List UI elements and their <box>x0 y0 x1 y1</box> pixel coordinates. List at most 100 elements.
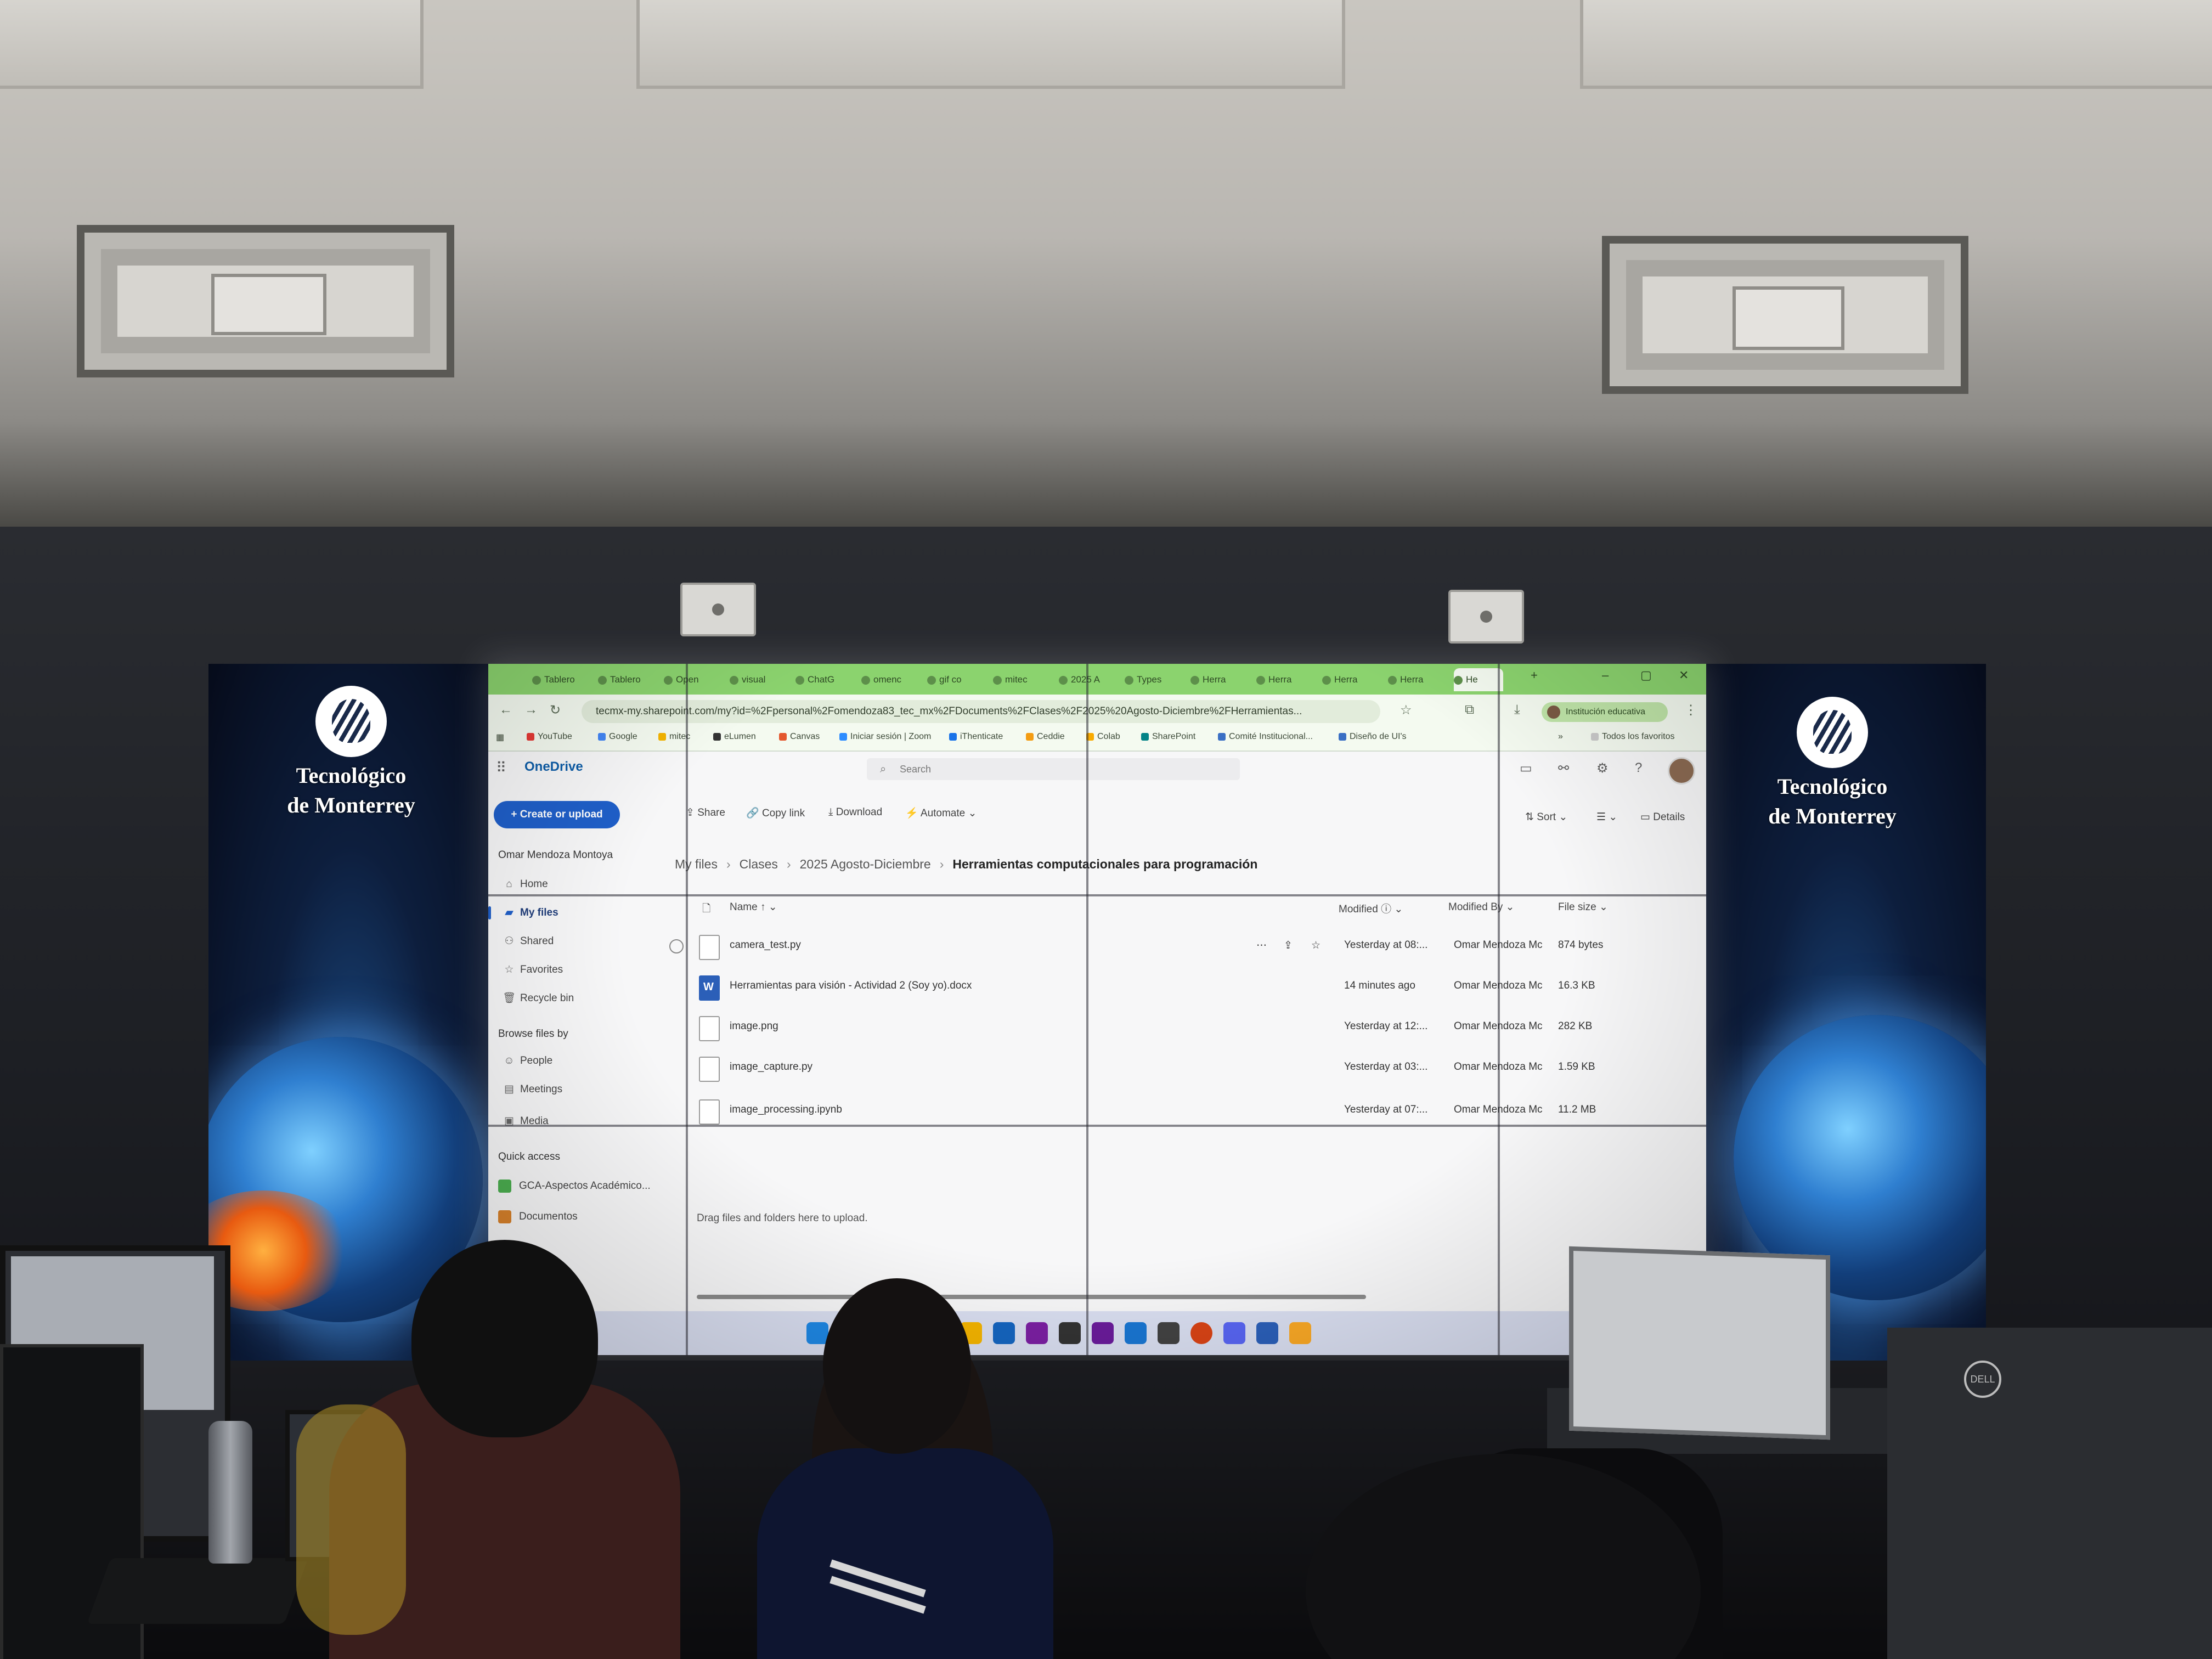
close-button[interactable]: ✕ <box>1679 668 1689 682</box>
extensions-icon[interactable]: ⧉ <box>1465 702 1474 718</box>
quick-access-item[interactable]: GCA-Aspectos Académico... <box>498 1180 651 1193</box>
bookmark-sharepoint[interactable]: SharePoint <box>1141 732 1195 742</box>
favorite-star-icon[interactable]: ☆ <box>1311 939 1321 952</box>
tab[interactable]: Herra <box>1322 668 1383 691</box>
new-tab-button[interactable]: + <box>1531 668 1538 682</box>
apps-grid-icon[interactable]: ▦ <box>496 732 504 743</box>
share-network-icon[interactable]: ⚯ <box>1558 760 1569 776</box>
file-name[interactable]: camera_test.py <box>730 939 801 951</box>
sidebar-item-meetings[interactable]: ▤ Meetings <box>488 1077 664 1102</box>
sidebar-item-shared[interactable]: ⚇ Shared <box>488 929 664 953</box>
table-row[interactable]: image.png Yesterday at 12:... Omar Mendo… <box>664 1008 1706 1047</box>
bookmark-youtube[interactable]: YouTube <box>527 732 572 742</box>
table-row[interactable]: camera_test.py ⋯ ⇪ ☆ Yesterday at 08:...… <box>664 927 1706 966</box>
tab[interactable]: Tablero <box>598 668 658 691</box>
avatar[interactable] <box>1668 757 1695 785</box>
sidebar-item-my-files[interactable]: ▰ My files <box>488 901 664 925</box>
sort-button[interactable]: ⇅ Sort ⌄ <box>1525 811 1567 823</box>
bookmark-colab[interactable]: Colab <box>1086 732 1120 742</box>
help-icon[interactable]: ? <box>1635 760 1642 776</box>
search-box[interactable]: ⌕ Search <box>867 758 1240 780</box>
tab[interactable]: ChatG <box>795 668 856 691</box>
maximize-button[interactable]: ▢ <box>1640 668 1652 682</box>
view-options-button[interactable]: ☰ ⌄ <box>1596 811 1617 823</box>
download-button[interactable]: ⤓ Download <box>828 806 882 819</box>
app-launcher-icon[interactable]: ⠿ <box>496 759 506 776</box>
sidebar-item-media[interactable]: ▣ Media <box>488 1109 664 1133</box>
github-icon[interactable] <box>1059 1322 1081 1344</box>
bookmark-diseno[interactable]: Diseño de UI's <box>1339 732 1407 742</box>
bookmark-comite[interactable]: Comité Institucional... <box>1218 732 1313 742</box>
breadcrumb-item[interactable]: My files <box>675 857 718 871</box>
tab[interactable]: visual <box>730 668 790 691</box>
bookmark-ceddie[interactable]: Ceddie <box>1026 732 1065 742</box>
bookmarks-more-button[interactable]: » <box>1558 732 1563 742</box>
discord-icon[interactable] <box>1223 1322 1245 1344</box>
all-bookmarks-folder[interactable]: Todos los favoritos <box>1591 732 1675 742</box>
profile-chip[interactable]: Institución educativa <box>1542 702 1668 722</box>
sidebar-item-people[interactable]: ☺ People <box>488 1049 664 1073</box>
gear-icon[interactable]: ⚙ <box>1596 760 1609 776</box>
visual-studio-icon[interactable] <box>1092 1322 1114 1344</box>
file-name[interactable]: Herramientas para visión - Actividad 2 (… <box>730 980 972 992</box>
automate-button[interactable]: ⚡ Automate ⌄ <box>905 806 977 820</box>
bookmark-canvas[interactable]: Canvas <box>779 732 820 742</box>
monitor-icon[interactable]: ▭ <box>1520 760 1532 776</box>
share-button[interactable]: ⇪ Share <box>686 806 725 819</box>
outlook-icon[interactable] <box>993 1322 1015 1344</box>
kebab-menu-icon[interactable]: ⋮ <box>1684 702 1697 718</box>
forward-arrow-icon[interactable]: → <box>524 702 538 718</box>
tab[interactable]: Tablero <box>532 668 592 691</box>
windows-start-icon[interactable] <box>806 1322 828 1344</box>
tab[interactable]: Herra <box>1388 668 1448 691</box>
tab[interactable]: Herra <box>1256 668 1317 691</box>
tab[interactable]: mitec <box>993 668 1053 691</box>
back-arrow-icon[interactable]: ← <box>499 702 512 718</box>
download-icon[interactable]: ⤓ <box>1514 702 1520 718</box>
minimize-button[interactable]: – <box>1602 668 1609 682</box>
sidebar-item-recycle-bin[interactable]: 🗑 Recycle bin <box>488 986 664 1011</box>
breadcrumb-item[interactable]: Clases <box>740 857 778 871</box>
column-header-file-size[interactable]: File size ⌄ <box>1558 901 1608 913</box>
column-header-name[interactable]: Name ↑ ⌄ <box>730 901 777 913</box>
tab[interactable]: Types <box>1125 668 1185 691</box>
row-select-radio[interactable] <box>669 939 684 953</box>
horizontal-scrollbar[interactable] <box>697 1295 1366 1299</box>
quick-access-item[interactable]: Documentos <box>498 1210 578 1223</box>
tab[interactable]: gif co <box>927 668 988 691</box>
python-icon[interactable] <box>1289 1322 1311 1344</box>
details-button[interactable]: ▭ Details <box>1640 811 1685 823</box>
tab[interactable]: omenc <box>861 668 922 691</box>
powerpoint-icon[interactable] <box>1190 1322 1212 1344</box>
bookmark-elumen[interactable]: eLumen <box>713 732 756 742</box>
tab-active[interactable]: He <box>1454 668 1503 691</box>
url-field[interactable]: tecmx-my.sharepoint.com/my?id=%2Fpersona… <box>582 700 1380 723</box>
tab[interactable]: 2025 A <box>1059 668 1119 691</box>
breadcrumb-item[interactable]: 2025 Agosto-Diciembre <box>800 857 931 871</box>
column-header-modified[interactable]: Modified ⓘ ⌄ <box>1339 901 1403 916</box>
reload-icon[interactable]: ↻ <box>550 702 561 718</box>
tab[interactable]: Open <box>664 668 724 691</box>
column-header-modified-by[interactable]: Modified By ⌄ <box>1448 901 1514 913</box>
file-name[interactable]: image.png <box>730 1020 778 1032</box>
bookmark-ithenticate[interactable]: iThenticate <box>949 732 1003 742</box>
vscode-icon[interactable] <box>1125 1322 1147 1344</box>
sidebar-item-favorites[interactable]: ☆ Favorites <box>488 958 664 982</box>
share-row-icon[interactable]: ⇪ <box>1284 939 1293 952</box>
more-actions-icon[interactable]: ⋯ <box>1256 939 1267 952</box>
tab[interactable]: Herra <box>1190 668 1251 691</box>
bookmark-zoom[interactable]: Iniciar sesión | Zoom <box>839 732 931 742</box>
copy-link-button[interactable]: 🔗 Copy link <box>746 806 805 820</box>
onenote-icon[interactable] <box>1026 1322 1048 1344</box>
star-bookmark-icon[interactable]: ☆ <box>1400 702 1412 718</box>
word-icon[interactable] <box>1256 1322 1278 1344</box>
table-row[interactable]: Herramientas para visión - Actividad 2 (… <box>664 968 1706 1006</box>
file-name[interactable]: image_processing.ipynb <box>730 1104 842 1116</box>
file-name[interactable]: image_capture.py <box>730 1061 812 1073</box>
onedrive-brand[interactable]: OneDrive <box>524 759 583 775</box>
bookmark-google[interactable]: Google <box>598 732 637 742</box>
sidebar-item-home[interactable]: ⌂ Home <box>488 872 664 896</box>
create-or-upload-button[interactable]: + Create or upload <box>494 801 620 828</box>
terminal-icon[interactable] <box>1158 1322 1180 1344</box>
table-row[interactable]: image_capture.py Yesterday at 03:... Oma… <box>664 1049 1706 1087</box>
